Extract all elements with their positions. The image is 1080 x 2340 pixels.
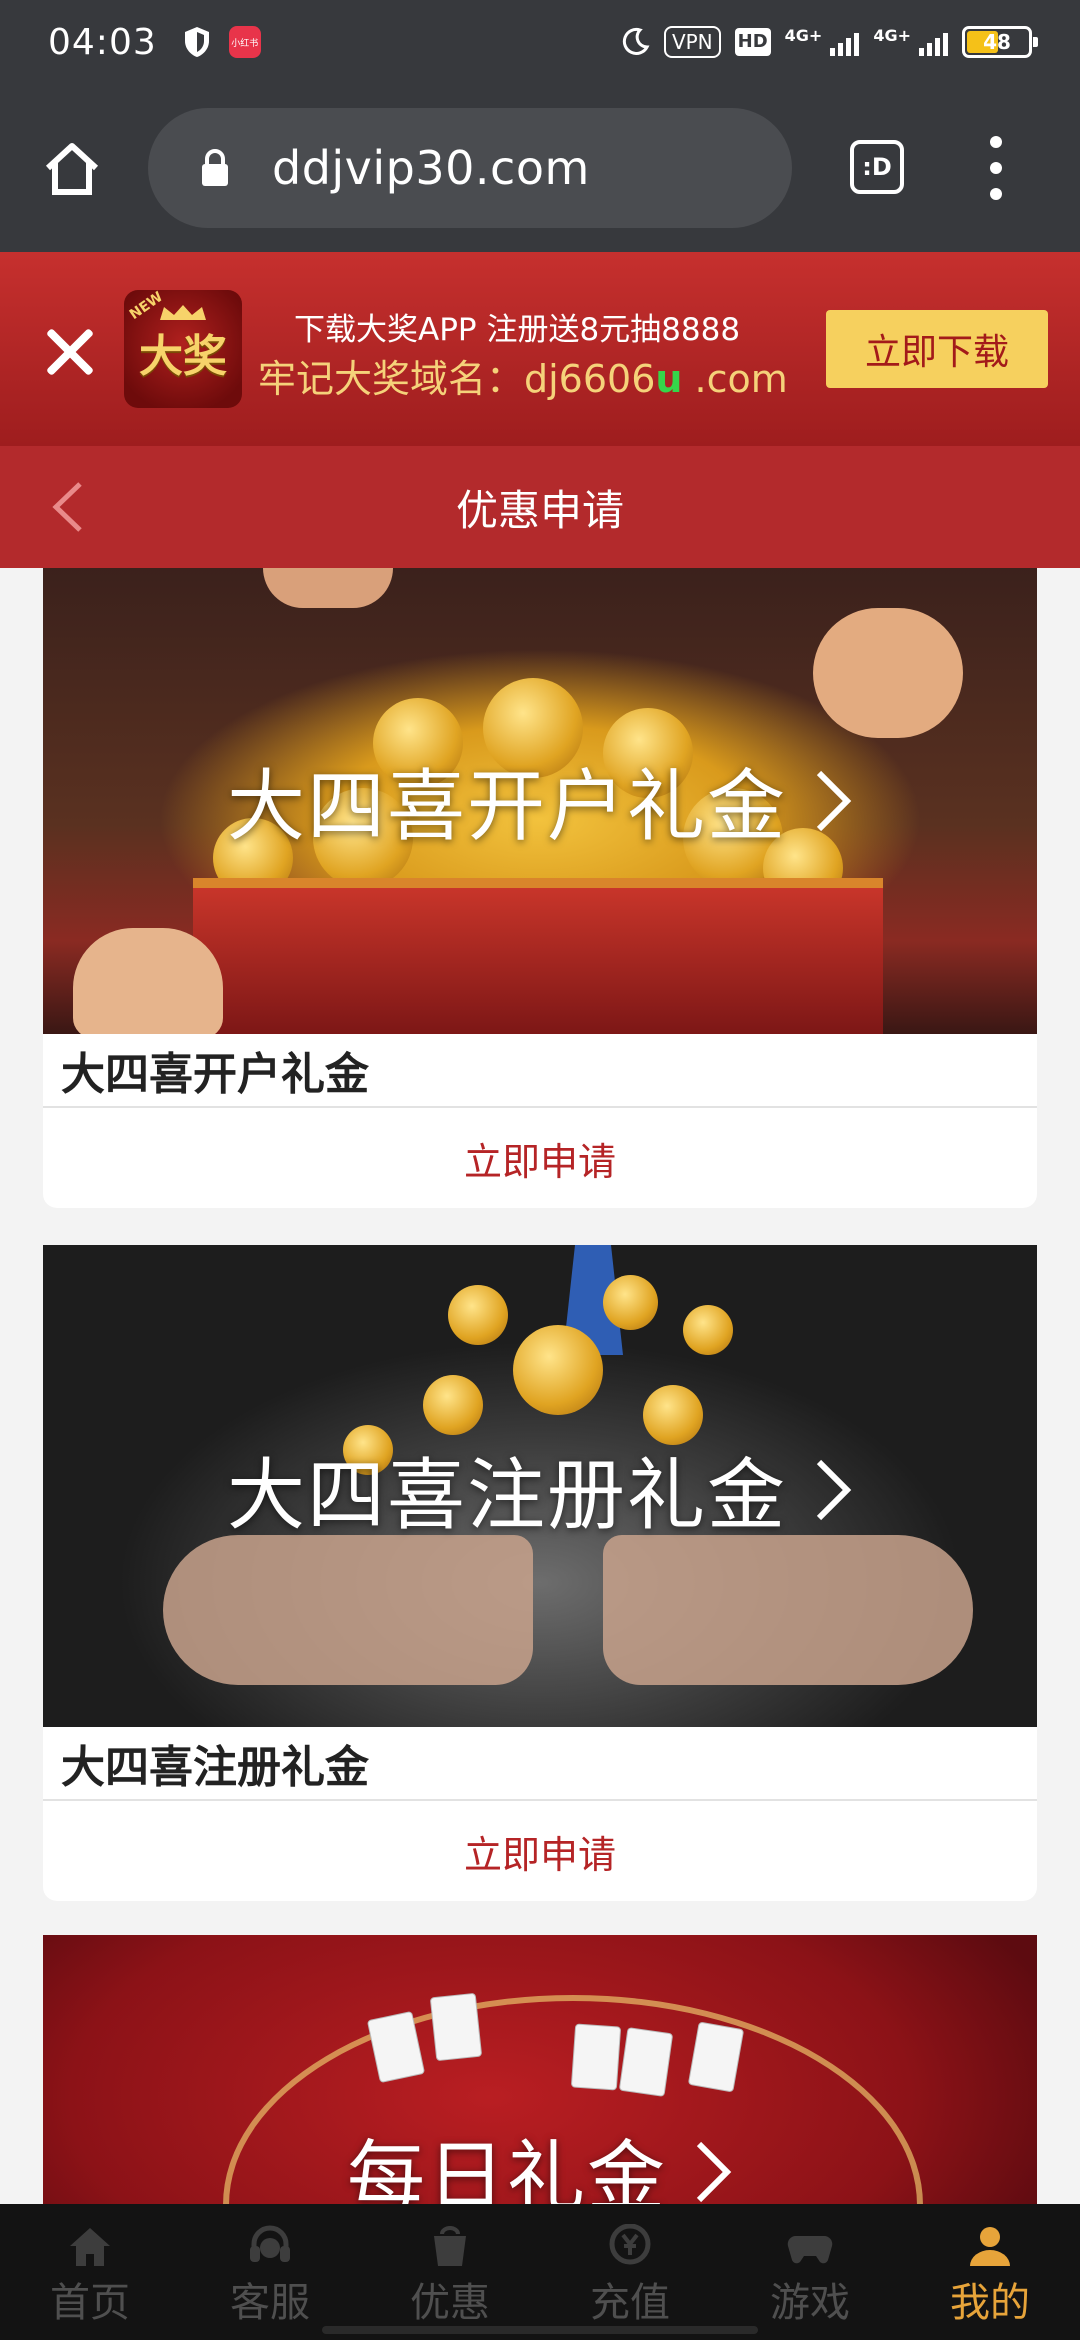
shield-icon — [184, 27, 209, 57]
app-logo: NEW 大奖 — [124, 290, 242, 408]
banner-domain-prefix: 牢记大奖域名：dj6606 — [258, 357, 656, 401]
back-arrow-icon[interactable] — [46, 480, 94, 534]
promo-card: 每日礼金 — [43, 1935, 1037, 2205]
coin-graphic — [513, 1325, 603, 1415]
tab-switcher-button[interactable]: :D — [850, 140, 904, 194]
nav-item-support[interactable]: 客服 — [180, 2204, 360, 2340]
status-left-icons: 小红书 — [183, 26, 261, 58]
playing-card-graphic — [570, 2023, 622, 2091]
chevron-right-icon — [813, 762, 853, 852]
gamepad-icon — [787, 2235, 833, 2264]
hand-graphic — [813, 608, 963, 738]
banner-domain-text: 牢记大奖域名：dj6606u .com — [258, 348, 788, 403]
menu-dot-icon — [990, 188, 1002, 200]
banner-domain-suffix: .com — [682, 357, 788, 401]
user-icon — [970, 2227, 1010, 2266]
page: 04:03 小红书 VPN HD 4G+ 4G+ 48 ddjvip30.com — [0, 0, 1080, 2340]
coin-graphic — [603, 1275, 658, 1330]
nav-item-recharge[interactable]: 充值 — [540, 2204, 720, 2340]
download-now-button[interactable]: 立即下载 — [826, 310, 1048, 388]
lock-icon — [202, 149, 228, 186]
promo-title: 大四喜注册礼金 — [43, 1727, 1037, 1801]
nav-label: 客服 — [230, 2280, 310, 2326]
promo-banner-image[interactable]: 大四喜开户礼金 — [43, 568, 1037, 1034]
page-header: 优惠申请 — [0, 446, 1080, 568]
bottom-nav: 首页 客服 优惠 充值 游戏 我的 — [0, 2204, 1080, 2340]
promo-banner-caption: 大四喜开户礼金 — [43, 744, 1037, 856]
hd-badge: HD — [734, 28, 771, 56]
page-title: 优惠申请 — [455, 485, 624, 535]
network-type-1: 4G+ — [784, 26, 823, 45]
hand-graphic — [263, 568, 393, 608]
vpn-badge: VPN — [663, 26, 721, 58]
banner-domain-highlight: u — [655, 357, 683, 401]
hand-graphic — [603, 1535, 973, 1685]
playing-card-graphic — [429, 1992, 483, 2062]
nav-label: 充值 — [590, 2280, 670, 2326]
home-icon — [45, 143, 99, 195]
hand-graphic — [73, 928, 223, 1034]
battery-level: 48 — [983, 30, 1011, 54]
chevron-right-icon — [813, 1451, 853, 1541]
promo-card: 大四喜注册礼金 大四喜注册礼金 立即申请 — [43, 1245, 1037, 1901]
promo-banner-image[interactable]: 大四喜注册礼金 — [43, 1245, 1037, 1727]
hand-graphic — [163, 1535, 533, 1685]
promo-card: 大四喜开户礼金 大四喜开户礼金 立即申请 — [43, 568, 1037, 1208]
nav-item-promotions[interactable]: 优惠 — [360, 2204, 540, 2340]
home-icon — [70, 2228, 110, 2266]
nav-label: 首页 — [50, 2280, 130, 2326]
nav-item-home[interactable]: 首页 — [0, 2204, 180, 2340]
nav-label: 我的 — [950, 2280, 1030, 2326]
moon-icon — [622, 27, 650, 55]
battery-icon: 48 — [962, 26, 1038, 58]
chevron-right-icon — [693, 2133, 733, 2205]
browser-toolbar: ddjvip30.com :D — [0, 84, 1080, 252]
nav-label: 游戏 — [770, 2280, 850, 2326]
menu-dot-icon — [990, 136, 1002, 148]
browser-home-button[interactable] — [36, 132, 108, 204]
close-banner-icon[interactable] — [44, 326, 96, 378]
promo-banner-caption-text: 每日礼金 — [346, 2133, 667, 2205]
status-bar: 04:03 小红书 VPN HD 4G+ 4G+ 48 — [0, 0, 1080, 84]
playing-card-graphic — [618, 2027, 674, 2097]
apply-now-button[interactable]: 立即申请 — [43, 1801, 1037, 1901]
signal-1-icon — [830, 28, 860, 56]
promo-banner-caption-text: 大四喜开户礼金 — [226, 762, 787, 852]
coin-graphic — [683, 1305, 733, 1355]
banner-promo-text: 下载大奖APP 注册送8元抽8888 — [294, 312, 741, 348]
promo-banner-image[interactable]: 每日礼金 — [43, 1935, 1037, 2205]
coin-graphic — [448, 1285, 508, 1345]
signal-2-icon — [919, 28, 948, 56]
yen-coin-icon — [609, 2224, 651, 2265]
status-right: VPN HD 4G+ 4G+ 48 — [620, 26, 1038, 58]
promo-title: 大四喜开户礼金 — [43, 1034, 1037, 1108]
apply-now-button[interactable]: 立即申请 — [43, 1108, 1037, 1208]
promo-banner-caption: 大四喜注册礼金 — [43, 1433, 1037, 1545]
browser-menu-button[interactable] — [976, 136, 1016, 200]
logo-text: 大奖 — [139, 331, 227, 382]
promo-banner-caption-text: 大四喜注册礼金 — [226, 1451, 787, 1541]
url-text: ddjvip30.com — [272, 141, 590, 195]
network-type-2: 4G+ — [873, 26, 911, 45]
treasure-chest-graphic — [193, 878, 883, 1034]
headset-icon — [250, 2225, 290, 2262]
app-download-banner: NEW 大奖 下载大奖APP 注册送8元抽8888 牢记大奖域名：dj6606u… — [0, 252, 1080, 446]
nav-item-games[interactable]: 游戏 — [720, 2204, 900, 2340]
gift-bag-icon — [434, 2226, 466, 2266]
home-indicator[interactable] — [322, 2326, 758, 2334]
coin-graphic — [423, 1375, 483, 1435]
app-badge-icon: 小红书 — [228, 26, 261, 58]
nav-item-mine[interactable]: 我的 — [900, 2204, 1080, 2340]
menu-dot-icon — [990, 162, 1002, 174]
promo-banner-caption: 每日礼金 — [43, 2115, 1037, 2205]
status-time: 04:03 — [48, 21, 157, 63]
nav-label: 优惠 — [410, 2280, 490, 2326]
address-bar[interactable]: ddjvip30.com — [148, 108, 792, 228]
